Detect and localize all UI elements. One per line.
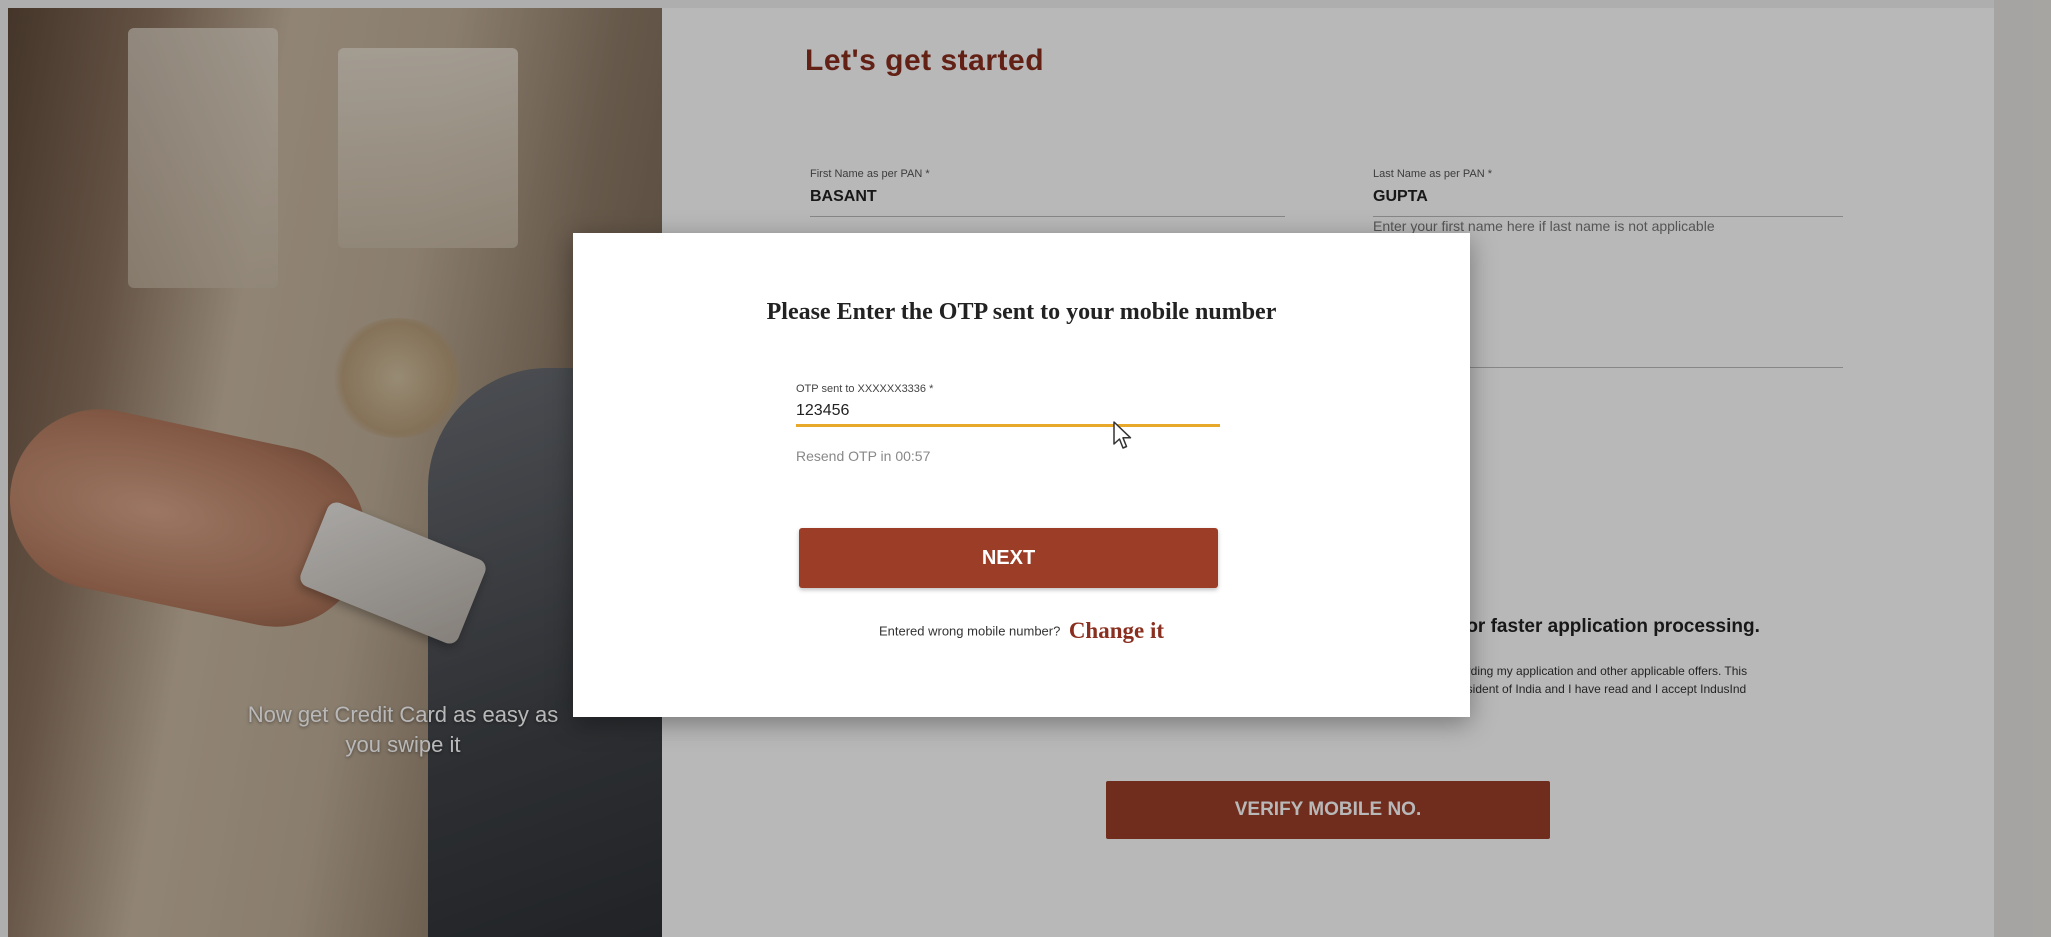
wrong-number-text: Entered wrong mobile number? [878, 623, 1061, 639]
otp-input[interactable] [796, 398, 1220, 424]
otp-dialog: Please Enter the OTP sent to your mobile… [573, 233, 1470, 717]
mouse-cursor-icon [1113, 421, 1132, 449]
otp-label: OTP sent to XXXXXX3336 * [796, 383, 934, 395]
wrong-number-row: Entered wrong mobile number? Change it [573, 618, 1470, 644]
otp-dialog-title: Please Enter the OTP sent to your mobile… [766, 299, 1277, 325]
otp-input-underline [796, 424, 1220, 427]
app-window: Now get Credit Card as easy as you swipe… [0, 0, 2051, 937]
change-number-link[interactable]: Change it [1069, 618, 1164, 643]
resend-otp-timer: Resend OTP in 00:57 [796, 448, 931, 464]
next-button[interactable]: NEXT [799, 528, 1218, 588]
